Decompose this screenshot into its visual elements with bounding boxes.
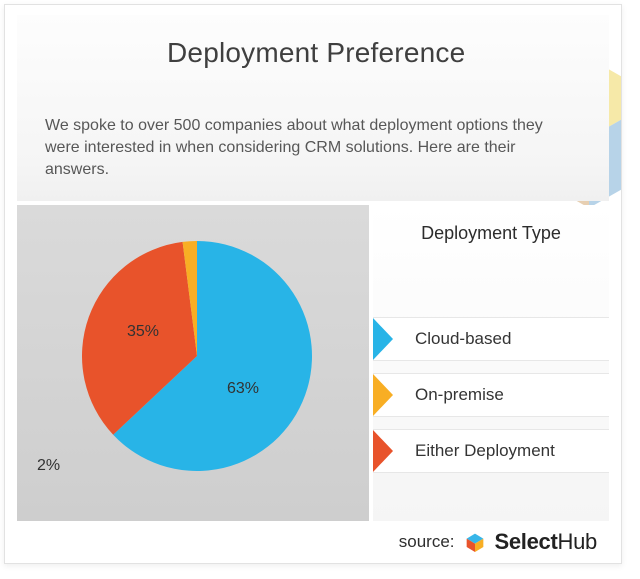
legend-row: Cloud-based xyxy=(373,317,609,361)
legend-row: Either Deployment xyxy=(373,429,609,473)
slice-label-onprem: 2% xyxy=(37,457,60,475)
source-line: source: SelectHub xyxy=(399,529,597,555)
legend-arrow-icon xyxy=(373,318,393,360)
legend-title: Deployment Type xyxy=(373,223,609,244)
chart-area: 63% 35% 2% xyxy=(17,205,369,521)
legend-row: On-premise xyxy=(373,373,609,417)
selecthub-logo-icon xyxy=(465,532,485,552)
source-prefix: source: xyxy=(399,532,455,552)
legend-label: Either Deployment xyxy=(415,441,609,461)
page-title: Deployment Preference xyxy=(167,37,465,69)
pie-chart xyxy=(82,241,312,471)
infographic-card: Deployment Preference We spoke to over 5… xyxy=(4,4,622,564)
slice-label-cloud: 63% xyxy=(227,380,259,398)
selecthub-wordmark: SelectHub xyxy=(495,529,598,555)
legend-label: Cloud-based xyxy=(415,329,609,349)
lead-paragraph: We spoke to over 500 companies about wha… xyxy=(45,115,575,181)
legend: Deployment Type Cloud-based On-premise Eit… xyxy=(373,205,609,521)
slice-label-either: 35% xyxy=(127,323,159,341)
header: Deployment Preference We spoke to over 5… xyxy=(17,15,609,201)
legend-arrow-icon xyxy=(373,430,393,472)
legend-arrow-icon xyxy=(373,374,393,416)
legend-label: On-premise xyxy=(415,385,609,405)
